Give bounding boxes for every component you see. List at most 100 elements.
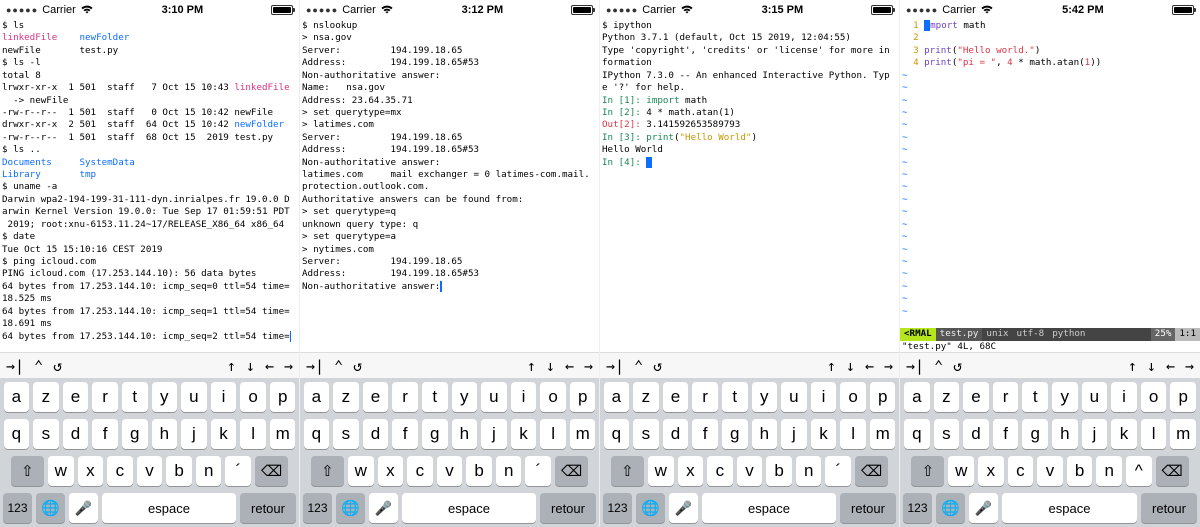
- key-s[interactable]: s: [934, 419, 960, 449]
- key-w[interactable]: w: [948, 456, 974, 486]
- arrow-up-button[interactable]: ↑: [827, 357, 836, 375]
- key-v[interactable]: v: [437, 456, 463, 486]
- key-f[interactable]: f: [993, 419, 1019, 449]
- key-b[interactable]: b: [1067, 456, 1093, 486]
- key-g[interactable]: g: [122, 419, 148, 449]
- key-l[interactable]: l: [540, 419, 566, 449]
- key-shift[interactable]: ⇧: [311, 456, 344, 486]
- key-u[interactable]: u: [781, 382, 807, 412]
- key-i[interactable]: i: [511, 382, 537, 412]
- key-g[interactable]: g: [422, 419, 448, 449]
- key-j[interactable]: j: [1082, 419, 1108, 449]
- key-m[interactable]: m: [870, 419, 896, 449]
- key-t[interactable]: t: [1022, 382, 1048, 412]
- key-h[interactable]: h: [1052, 419, 1078, 449]
- key-m[interactable]: m: [270, 419, 296, 449]
- key-s[interactable]: s: [633, 419, 659, 449]
- key-shift[interactable]: ⇧: [611, 456, 644, 486]
- key-´[interactable]: ´: [225, 456, 251, 486]
- arrow-up-button[interactable]: ↑: [227, 357, 236, 375]
- key-p[interactable]: p: [870, 382, 896, 412]
- key-t[interactable]: t: [422, 382, 448, 412]
- key-x[interactable]: x: [78, 456, 104, 486]
- key-globe[interactable]: 🌐: [936, 493, 965, 523]
- key-return[interactable]: retour: [540, 493, 596, 523]
- key-k[interactable]: k: [211, 419, 237, 449]
- key-a[interactable]: a: [304, 382, 330, 412]
- key-m[interactable]: m: [1170, 419, 1196, 449]
- key-u[interactable]: u: [1082, 382, 1108, 412]
- key-123[interactable]: 123: [903, 493, 932, 523]
- key-123[interactable]: 123: [603, 493, 632, 523]
- key-v[interactable]: v: [737, 456, 763, 486]
- key-l[interactable]: l: [240, 419, 266, 449]
- key-j[interactable]: j: [781, 419, 807, 449]
- ctrl-key-button[interactable]: ⌃: [934, 357, 943, 375]
- key-a[interactable]: a: [604, 382, 630, 412]
- key-f[interactable]: f: [392, 419, 418, 449]
- key-backspace[interactable]: ⌫: [1156, 456, 1189, 486]
- key-w[interactable]: w: [348, 456, 374, 486]
- key-r[interactable]: r: [993, 382, 1019, 412]
- key-x[interactable]: x: [378, 456, 404, 486]
- key-n[interactable]: n: [1096, 456, 1122, 486]
- key-f[interactable]: f: [92, 419, 118, 449]
- key-shift[interactable]: ⇧: [11, 456, 44, 486]
- key-o[interactable]: o: [840, 382, 866, 412]
- key-123[interactable]: 123: [3, 493, 32, 523]
- key-p[interactable]: p: [270, 382, 296, 412]
- key-n[interactable]: n: [496, 456, 522, 486]
- key-g[interactable]: g: [722, 419, 748, 449]
- key-z[interactable]: z: [333, 382, 359, 412]
- history-button[interactable]: ↺: [53, 357, 62, 375]
- key-shift[interactable]: ⇧: [911, 456, 944, 486]
- tab-key-button[interactable]: →|: [606, 357, 624, 375]
- arrow-left-button[interactable]: ←: [1166, 357, 1175, 375]
- arrow-right-button[interactable]: →: [884, 357, 893, 375]
- key-space[interactable]: espace: [402, 493, 536, 523]
- key-123[interactable]: 123: [303, 493, 332, 523]
- terminal-output[interactable]: 1 mport math 2 3 print("Hello world.") 4…: [900, 20, 1200, 328]
- key-b[interactable]: b: [166, 456, 192, 486]
- key-z[interactable]: z: [633, 382, 659, 412]
- arrow-down-button[interactable]: ↓: [1147, 357, 1156, 375]
- key-h[interactable]: h: [452, 419, 478, 449]
- key-backspace[interactable]: ⌫: [255, 456, 288, 486]
- key-space[interactable]: espace: [102, 493, 236, 523]
- tab-key-button[interactable]: →|: [6, 357, 24, 375]
- key-i[interactable]: i: [811, 382, 837, 412]
- key-p[interactable]: p: [1170, 382, 1196, 412]
- key-x[interactable]: x: [978, 456, 1004, 486]
- arrow-up-button[interactable]: ↑: [1128, 357, 1137, 375]
- key-d[interactable]: d: [63, 419, 89, 449]
- key-k[interactable]: k: [511, 419, 537, 449]
- key-e[interactable]: e: [363, 382, 389, 412]
- history-button[interactable]: ↺: [353, 357, 362, 375]
- key-k[interactable]: k: [1111, 419, 1137, 449]
- key-globe[interactable]: 🌐: [36, 493, 65, 523]
- terminal-output[interactable]: $ lslinkedFile newFoldernewFile test.py$…: [0, 20, 299, 352]
- terminal-output[interactable]: $ ipythonPython 3.7.1 (default, Oct 15 2…: [600, 20, 899, 352]
- ctrl-key-button[interactable]: ⌃: [334, 357, 343, 375]
- key-^[interactable]: ^: [1126, 456, 1152, 486]
- key-a[interactable]: a: [4, 382, 30, 412]
- key-i[interactable]: i: [211, 382, 237, 412]
- key-space[interactable]: espace: [1002, 493, 1137, 523]
- key-n[interactable]: n: [196, 456, 222, 486]
- arrow-right-button[interactable]: →: [584, 357, 593, 375]
- key-´[interactable]: ´: [825, 456, 851, 486]
- key-q[interactable]: q: [304, 419, 330, 449]
- key-b[interactable]: b: [766, 456, 792, 486]
- key-y[interactable]: y: [452, 382, 478, 412]
- key-w[interactable]: w: [648, 456, 674, 486]
- arrow-down-button[interactable]: ↓: [546, 357, 555, 375]
- key-y[interactable]: y: [752, 382, 778, 412]
- key-z[interactable]: z: [33, 382, 59, 412]
- key-i[interactable]: i: [1111, 382, 1137, 412]
- key-y[interactable]: y: [152, 382, 178, 412]
- key-´[interactable]: ´: [525, 456, 551, 486]
- key-j[interactable]: j: [181, 419, 207, 449]
- key-c[interactable]: c: [1008, 456, 1034, 486]
- key-space[interactable]: espace: [702, 493, 836, 523]
- key-q[interactable]: q: [4, 419, 30, 449]
